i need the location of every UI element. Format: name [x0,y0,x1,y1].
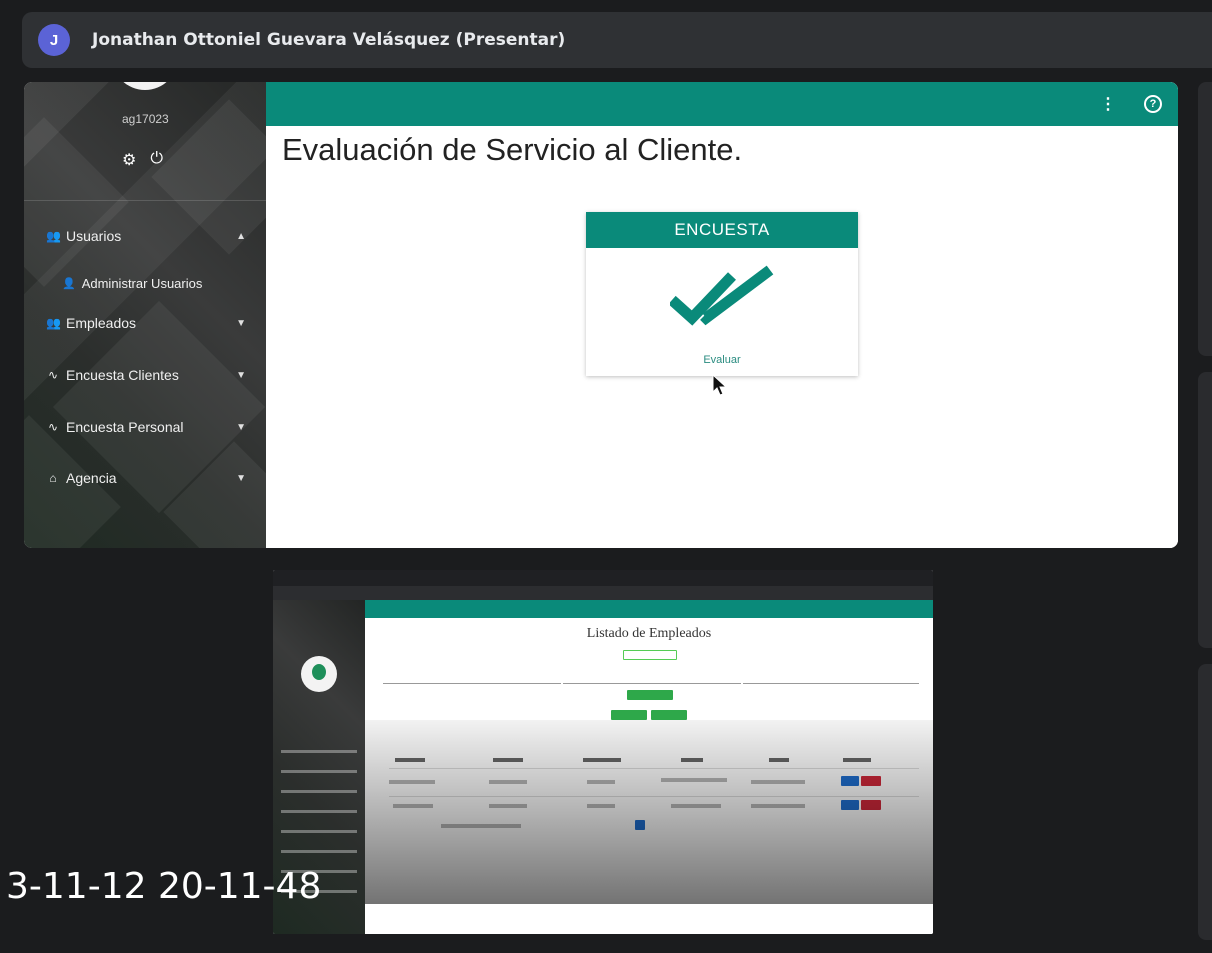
sidebar-item-empleados[interactable]: 👥 Empleados ▼ [46,315,246,331]
profile-avatar[interactable] [112,82,178,90]
browser-tabs [273,570,933,586]
chevron-down-icon: ▼ [236,317,246,329]
sidebar-item-label: Encuesta Personal [66,419,184,435]
more-vert-icon[interactable]: ⋮ [1100,94,1116,114]
page-title: Evaluación de Servicio al Cliente. [282,132,743,167]
secondary-screen-thumbnail[interactable]: Listado de Empleados [273,570,933,934]
sidebar-item-encuesta-clientes[interactable]: ∿ Encuesta Clientes ▼ [46,367,246,383]
recording-timestamp: 3-11-12 20-11-48 [6,866,322,907]
sidebar-item-label: Empleados [66,315,137,331]
sidebar-item-encuesta-personal[interactable]: ∿ Encuesta Personal ▼ [46,419,246,435]
mouse-cursor-icon [712,374,728,396]
browser-address-bar [273,586,933,600]
thumb-page-title: Listado de Empleados [586,626,712,641]
power-icon[interactable]: ⏻ [150,150,163,170]
person-icon: 👤 [62,278,76,290]
presenter-name: Jonathan Ottoniel Guevara Velásquez (Pre… [92,30,566,50]
thumb-filter [743,672,919,684]
sidebar-item-label: Agencia [66,470,117,486]
thumb-logo [301,656,337,692]
participant-tile[interactable] [1198,82,1212,356]
sidebar-subitem-label: Administrar Usuarios [81,276,203,291]
participant-tile[interactable] [1198,664,1212,940]
sidebar-item-agencia[interactable]: ⌂ Agencia ▼ [46,470,246,486]
chevron-down-icon: ▼ [236,421,246,433]
survey-card[interactable]: ENCUESTA Evaluar [586,212,858,376]
profile-actions: ⚙ ⏻ [122,150,163,170]
sidebar-item-label: Usuarios [66,228,122,244]
thumb-filter [563,672,741,684]
thumb-toolbar [365,600,933,618]
thumb-filter [383,672,561,684]
sidebar-item-usuarios[interactable]: 👥 Usuarios ▲ [46,228,246,244]
sidebar-divider [24,200,266,201]
app-content: ⋮ ? Evaluación de Servicio al Cliente. E… [266,82,1178,548]
app-toolbar: ⋮ ? [266,82,1178,126]
thumb-button [627,690,673,700]
thumb-button [651,710,687,720]
double-check-icon [670,265,774,326]
thumb-add-button [623,650,677,660]
card-header: ENCUESTA [586,212,858,248]
participant-tile[interactable] [1198,372,1212,648]
app-sidebar: ag17023 ⚙ ⏻ 👥 Usuarios ▲ 👤 Administrar Us… [24,82,307,548]
home-icon: ⌂ [49,471,57,485]
chevron-up-icon: ▲ [236,230,246,242]
gear-icon[interactable]: ⚙ [122,150,136,170]
presenter-avatar: J [38,24,70,56]
users-icon: 👥 [46,229,61,243]
chevron-down-icon: ▼ [236,369,246,381]
evaluar-link[interactable]: Evaluar [586,354,858,366]
shared-screen: ag17023 ⚙ ⏻ 👥 Usuarios ▲ 👤 Administrar Us… [24,82,1178,548]
sidebar-item-label: Encuesta Clientes [66,367,179,383]
presenter-bar: J Jonathan Ottoniel Guevara Velásquez (P… [22,12,1212,68]
sidebar-subitem-administrar-usuarios[interactable]: 👤 Administrar Usuarios [62,276,202,291]
thumb-button [611,710,647,720]
sidebar-username: ag17023 [122,112,169,126]
chevron-down-icon: ▼ [236,472,246,484]
pulse-icon: ∿ [47,368,59,382]
pulse-icon: ∿ [47,420,59,434]
help-icon[interactable]: ? [1144,95,1162,113]
users-icon: 👥 [46,316,61,330]
